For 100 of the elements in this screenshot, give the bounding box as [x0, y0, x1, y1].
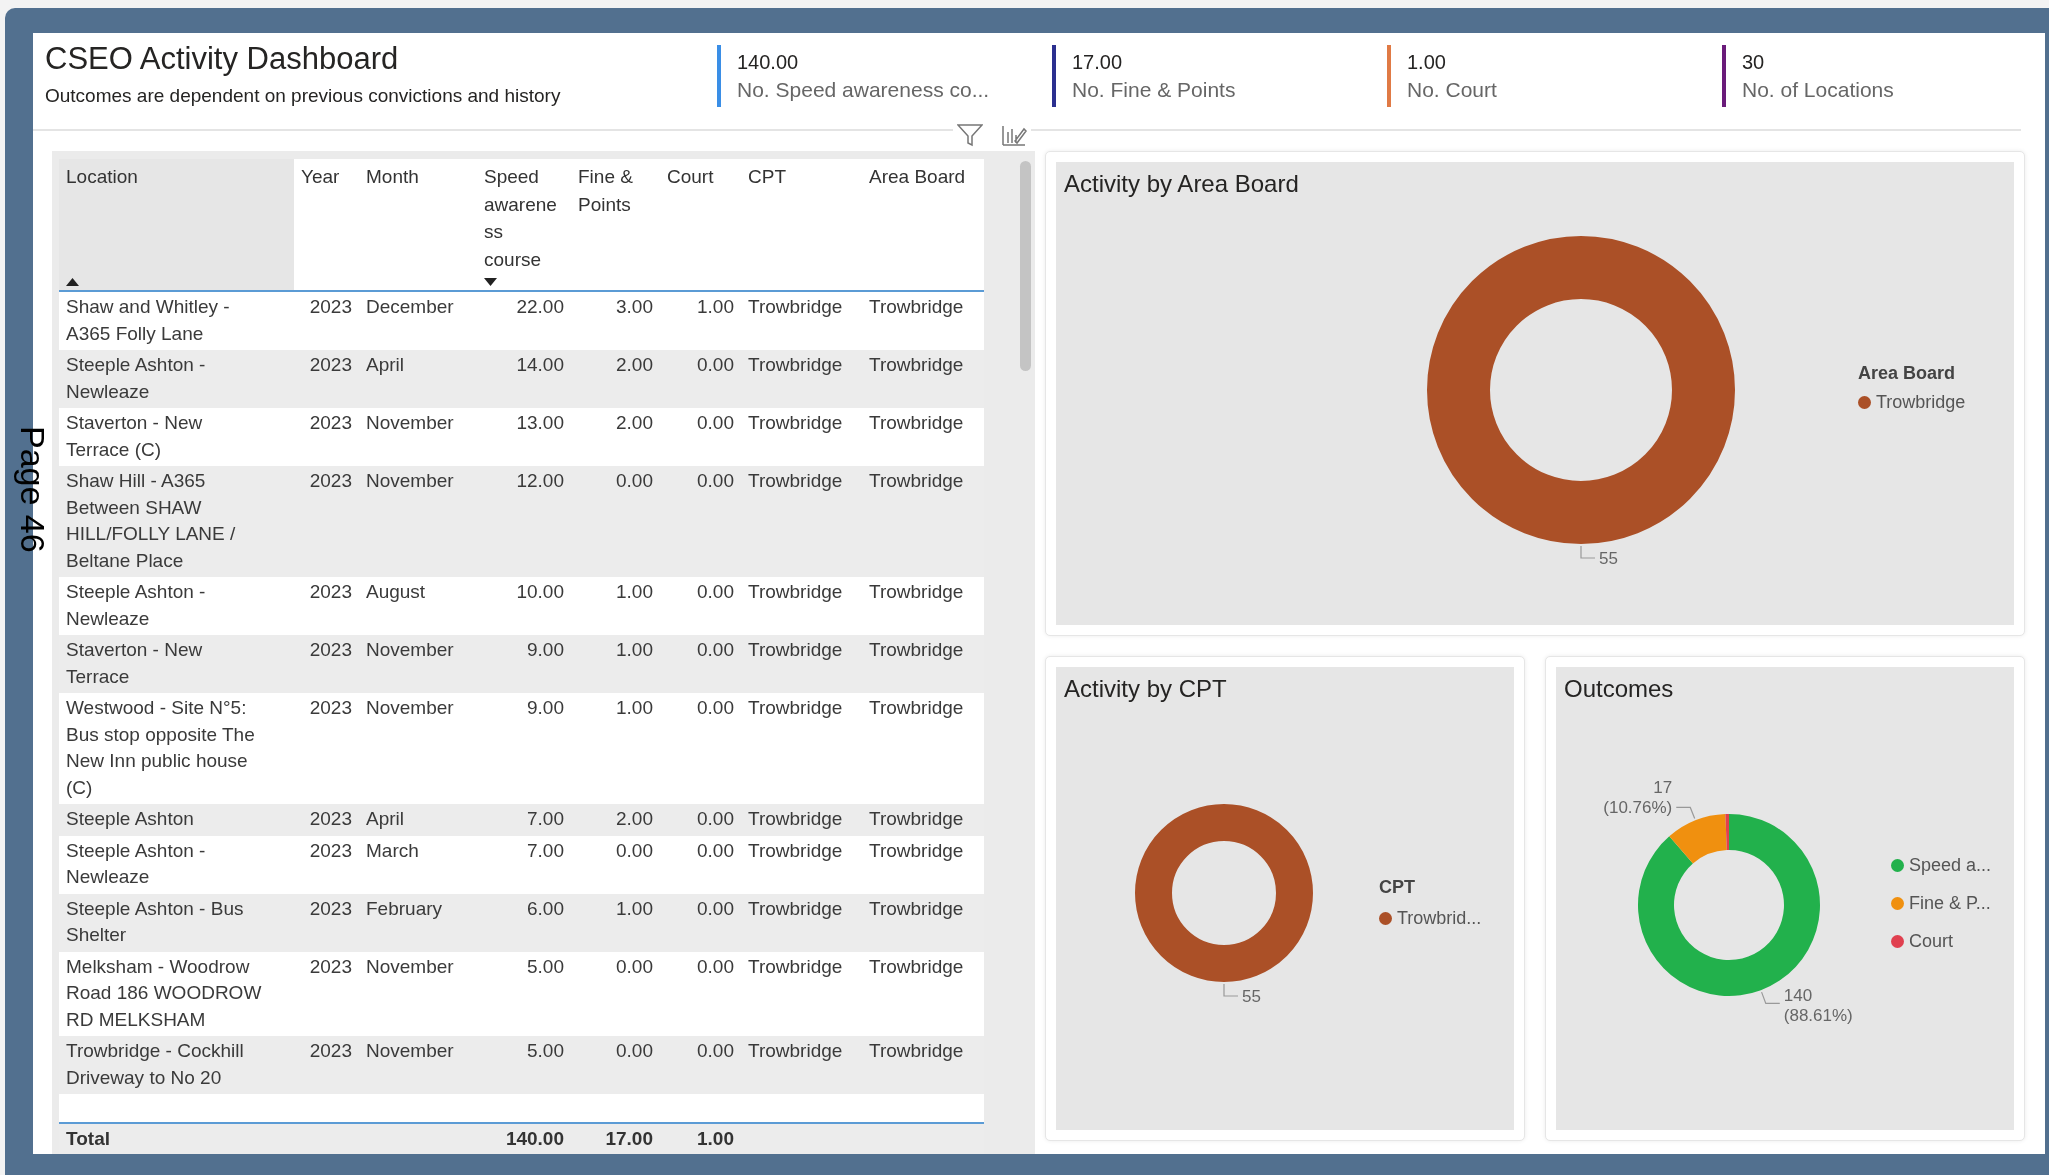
table-cell-text: 9.00 — [526, 696, 565, 720]
total-cell: 140.00 — [505, 1128, 564, 1149]
table-cell-text: 6.00 — [526, 896, 565, 921]
column-header[interactable]: Location — [59, 159, 294, 290]
table-cell-text: 0.00 — [696, 469, 735, 493]
table-cell-text: 2023 — [308, 295, 353, 319]
table-cell-text: 22.00 — [515, 295, 565, 319]
table-cell-text: 1.00 — [615, 580, 654, 604]
table-cell-text: 2023 — [308, 580, 353, 604]
dashboard-subtitle: Outcomes are dependent on previous convictions and history — [45, 85, 561, 107]
table-cell-text: 1.00 — [615, 638, 654, 662]
table-cell-text: 0.00 — [615, 469, 654, 493]
table-cell-text: Trowbridge — [747, 954, 844, 979]
table-cell-text: 0.00 — [696, 1039, 735, 1063]
table-cell-text: Staverton - New Terrace (C) — [65, 411, 204, 462]
table-cell-text: Steeple Ashton - Newleaze — [65, 838, 207, 889]
table-cell-text: 2023 — [308, 954, 353, 979]
legend-label: Speed a... — [1909, 854, 1992, 876]
table-cell-text: November — [365, 696, 455, 720]
table-cell-text: 0.00 — [696, 638, 735, 662]
table-cell-text: 0.00 — [696, 696, 735, 720]
kpi-value: 140.00 — [737, 50, 799, 74]
table-cell-text: Melksham - Woodrow Road 186 WOODROW RD MELKSHAM — [65, 954, 263, 1032]
table-cell-text: March — [365, 838, 420, 863]
table-cell-text: 0.00 — [696, 411, 735, 435]
table-cell-text: Trowbridge — [868, 896, 965, 921]
kpi-value: 30 — [1742, 50, 1765, 74]
table-cell-text: Steeple Ashton — [65, 807, 195, 831]
leader-line — [1675, 806, 1696, 820]
leader-line — [1580, 545, 1596, 559]
table-cell-text: Trowbridge — [868, 696, 965, 720]
table-cell-text: 10.00 — [515, 580, 565, 604]
table-cell-text: November — [365, 1039, 455, 1063]
table-cell-text: Trowbridge — [868, 638, 965, 662]
table-cell-text: Trowbridge — [747, 353, 844, 377]
visual-options-icon[interactable] — [1001, 123, 1027, 147]
kpi-value: 17.00 — [1072, 50, 1123, 74]
table-cell-text: 2023 — [308, 353, 353, 377]
table-cell-text: Trowbridge — [747, 896, 844, 921]
table-cell-text: 2023 — [308, 807, 353, 831]
legend-label: Court — [1909, 930, 1953, 952]
table-cell-text: Shaw Hill - A365 Between SHAW HILL/FOLLY LANE / Beltane Place — [65, 469, 237, 573]
table-cell-text: 14.00 — [515, 353, 565, 377]
legend-label: Trowbridge — [1876, 392, 1966, 413]
table-cell-text: Trowbridge — [868, 580, 965, 604]
table-cell-text: 2.00 — [615, 411, 654, 435]
scrollbar-thumb[interactable] — [1020, 161, 1031, 371]
table-cell-text: Trowbridge — [868, 469, 965, 493]
table-cell-text: Trowbridge — [747, 1039, 844, 1063]
table-cell-text: 0.00 — [696, 580, 735, 604]
table-cell-text: 0.00 — [615, 954, 654, 979]
table-cell-text: Trowbridge — [868, 1039, 965, 1063]
total-cell: 1.00 — [697, 1128, 734, 1149]
table-cell-text: 13.00 — [515, 411, 565, 435]
sort-ascending-icon[interactable] — [66, 278, 79, 286]
table-cell-text: 2023 — [308, 838, 353, 863]
table-cell-text: Steeple Ashton - Bus Shelter — [65, 896, 245, 947]
table-cell-text: 5.00 — [526, 1039, 565, 1063]
leader-line — [1761, 991, 1781, 1004]
table-cell-text: Trowbridge — [747, 469, 844, 493]
leader-line — [1223, 983, 1239, 997]
table-cell-text: 2023 — [308, 1039, 353, 1063]
kpi-label: No. Speed awareness co... — [737, 77, 990, 102]
table-cell-text: 2.00 — [615, 353, 654, 377]
table-cell-text: August — [365, 580, 427, 604]
table-cell-text: November — [365, 469, 455, 493]
table-cell-text: 7.00 — [526, 838, 565, 863]
table-cell-text: Trowbridge — [868, 353, 965, 377]
table-cell-text: November — [365, 638, 455, 662]
table-cell-text: 12.00 — [515, 469, 565, 493]
sort-descending-icon[interactable] — [484, 278, 497, 286]
table-cell-text: Shaw and Whitley - A365 Folly Lane — [65, 295, 231, 346]
table-cell-text: Trowbridge — [747, 807, 844, 831]
table-cell-text: 2023 — [308, 638, 353, 662]
table-cell-text: 0.00 — [696, 896, 735, 921]
table-cell-text: 0.00 — [696, 353, 735, 377]
total-cell: 17.00 — [605, 1128, 653, 1149]
filter-icon[interactable] — [957, 123, 983, 147]
data-label: 55 — [1599, 549, 1618, 568]
table-cell-text: Trowbridge — [747, 580, 844, 604]
table-cell-text: Trowbridge — [747, 295, 844, 319]
table-cell-text: Staverton - New Terrace — [65, 638, 204, 689]
legend-title: CPT — [1379, 877, 1415, 898]
table-cell-text: Trowbridge - Cockhill Driveway to No 20 — [65, 1039, 245, 1090]
table-cell-text: November — [365, 411, 455, 435]
kpi-label: No. of Locations — [1742, 77, 1894, 102]
data-label: (88.61%) — [1783, 1006, 1853, 1026]
table-cell-text: 7.00 — [526, 807, 565, 831]
legend-label: Trowbrid... — [1397, 908, 1482, 929]
data-label: (10.76%) — [1603, 798, 1673, 818]
table-cell-text: 0.00 — [696, 838, 735, 863]
table-cell-text: February — [365, 896, 444, 921]
table-cell-text: 0.00 — [615, 1039, 654, 1063]
data-label: 55 — [1242, 987, 1261, 1006]
dashboard-title: CSEO Activity Dashboard — [45, 41, 399, 77]
table-cell-text: 3.00 — [615, 295, 654, 319]
table-cell-text: Trowbridge — [868, 411, 965, 435]
table-cell-text: 5.00 — [526, 954, 565, 979]
table-cell-text: Trowbridge — [868, 295, 965, 319]
table-cell-text: Trowbridge — [868, 954, 965, 979]
